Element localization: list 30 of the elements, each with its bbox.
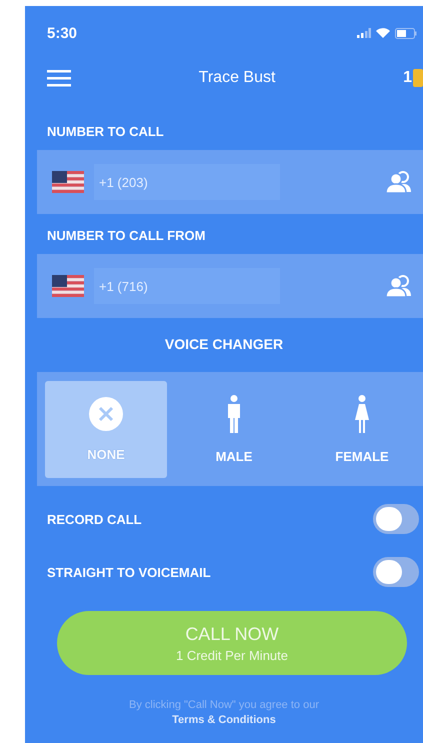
contacts-icon[interactable] bbox=[385, 170, 413, 194]
disclaimer-text: By clicking "Call Now" you agree to our bbox=[128, 699, 319, 711]
voice-option[interactable]: FEMALE bbox=[301, 381, 423, 478]
voice-option[interactable]: MALE bbox=[173, 381, 295, 478]
app-title: Trace Bust bbox=[198, 69, 276, 87]
toggle-switch[interactable] bbox=[373, 504, 419, 534]
credit-count: 1 bbox=[403, 69, 412, 87]
woman-icon bbox=[354, 395, 370, 433]
contacts-icon[interactable] bbox=[385, 274, 413, 298]
signal-icon bbox=[357, 28, 371, 38]
toggle-switch[interactable] bbox=[373, 557, 419, 587]
status-time: 5:30 bbox=[47, 24, 78, 42]
voice-option[interactable]: NONE bbox=[45, 381, 167, 478]
toggle-label: RECORD CALL bbox=[47, 512, 142, 526]
phone-input-field[interactable]: +1 (716) bbox=[94, 268, 280, 304]
wifi-icon bbox=[376, 28, 390, 38]
us-flag-icon[interactable] bbox=[52, 275, 84, 297]
section-label: NUMBER TO CALL FROM bbox=[46, 228, 206, 243]
phone-input-field[interactable]: +1 (203) bbox=[94, 164, 280, 200]
us-flag-icon[interactable] bbox=[52, 171, 84, 193]
section-label: VOICE CHANGER bbox=[164, 336, 284, 352]
coin-icon[interactable] bbox=[412, 69, 423, 87]
man-icon bbox=[227, 395, 241, 433]
battery-icon bbox=[395, 28, 417, 38]
menu-icon[interactable] bbox=[47, 70, 71, 86]
section-label: NUMBER TO CALL bbox=[46, 124, 165, 139]
call-now-button[interactable]: CALL NOW 1 Credit Per Minute bbox=[57, 611, 407, 675]
terms-link[interactable]: Terms & Conditions bbox=[172, 714, 276, 726]
close-circle-icon bbox=[89, 397, 123, 431]
toggle-label: STRAIGHT TO VOICEMAIL bbox=[47, 564, 211, 580]
